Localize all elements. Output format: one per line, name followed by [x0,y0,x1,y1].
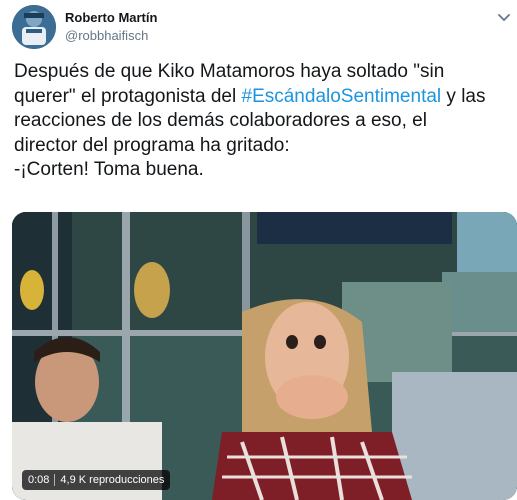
chevron-down-icon[interactable] [497,10,511,22]
tweet-text-segment: querer" el protagonista del [14,85,242,107]
tweet-text-segment: y las [441,85,486,107]
hashtag-link[interactable]: #EscándaloSentimental [242,86,442,107]
tweet-text-line: reacciones de los demás colaboradores a … [14,110,427,131]
tweet-text-line: Después de que Kiko Matamoros haya solta… [14,61,445,82]
tweet-text-line: -¡Corten! Toma buena. [14,159,204,180]
badge-divider [54,474,56,486]
video-duration: 0:08 [28,474,50,486]
tweet-text-line: querer" el protagonista del #EscándaloSe… [14,85,514,110]
video-player[interactable] [12,212,517,500]
tweet: Roberto Martín @robbhaifisch Después de … [0,0,517,500]
avatar[interactable] [12,5,56,49]
video-views: 4,9 K reproducciones [60,474,165,486]
tweet-text-line: director del programa ha gritado: [14,134,290,156]
author-handle[interactable]: @robbhaifisch [65,28,148,43]
tweet-text: Después de que Kiko Matamoros haya solta… [14,60,514,183]
video-info-badge: 0:08 4,9 K reproducciones [22,470,171,490]
author-name[interactable]: Roberto Martín [65,10,157,25]
video-frame [12,212,517,500]
